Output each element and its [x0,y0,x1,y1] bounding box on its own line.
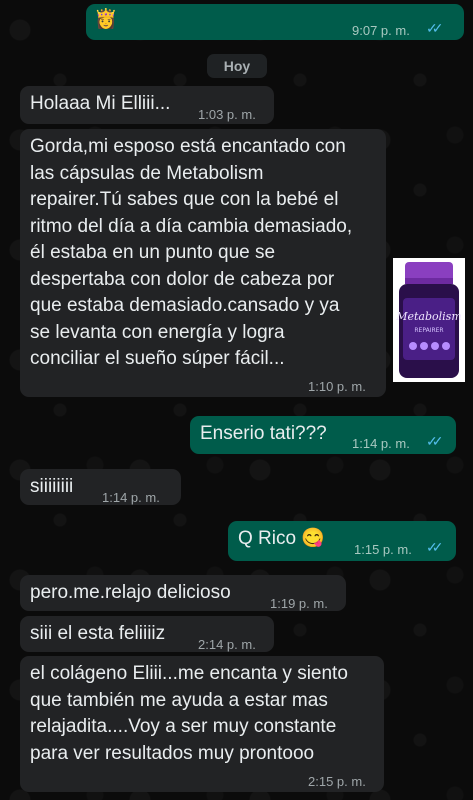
message-time: 9:07 p. m. [352,23,410,38]
double-check-icon: ✓✓ [426,433,444,449]
message-time: 1:15 p. m. [354,542,412,557]
message-text: el colágeno Eliii...me encanta y siento … [30,661,384,767]
message-text: Q Rico 😋 [238,528,326,549]
message-text: Gorda,mi esposo está encantado con las c… [30,134,386,373]
message-time: 1:14 p. m. [102,490,160,505]
message-line: para ver resultados muy prontooo [30,742,315,764]
message-line: que también me ayuda a estar mas [30,689,328,711]
message-line: despertaba con dolor de cabeza por [30,268,335,290]
outgoing-message[interactable]: 👸 9:07 p. m. ✓✓ [86,4,464,40]
supplement-bottle-image: Metabolism REPAIRER [393,258,465,382]
message-line: relajadita....Voy a ser muy constante [30,716,337,737]
message-text: Enserio tati??? [200,423,327,444]
message-text: 👸 [94,9,118,30]
double-check-icon: ✓✓ [426,20,444,36]
message-text: siiiiiiii [30,476,74,497]
message-line: el colágeno Eliii...me encanta y siento [30,663,348,684]
message-time: 1:10 p. m. [308,379,366,394]
bottle-brand: Metabolism [395,310,462,323]
message-time: 2:15 p. m. [308,774,366,789]
incoming-message[interactable]: siiiiiiii 1:14 p. m. [20,469,181,505]
message-time: 1:19 p. m. [270,596,328,611]
message-line: repairer.Tú sabes que con la bebé el [30,189,339,210]
incoming-message[interactable]: siii el esta feliiiiz 2:14 p. m. [20,616,274,652]
incoming-message[interactable]: Holaaa Mi Elliii... 1:03 p. m. [20,86,274,124]
message-time: 1:14 p. m. [352,436,410,451]
message-line: ritmo del día a día cambia demasiado, [30,215,353,237]
incoming-message[interactable]: Gorda,mi esposo está encantado con las c… [20,129,386,397]
message-line: las cápsulas de Metabolism [30,162,264,184]
message-time: 1:03 p. m. [198,107,256,122]
bottle-subtitle: REPAIRER [414,327,443,334]
message-line: él estaba en un punto que se [30,242,276,263]
double-check-icon: ✓✓ [426,539,444,555]
message-line: conciliar el sueño súper fácil... [30,348,285,369]
message-text: Holaaa Mi Elliii... [30,93,171,114]
message-text: pero.me.relajo delicioso [30,582,231,603]
message-time: 2:14 p. m. [198,637,256,652]
message-line: que estaba demasiado.cansado y ya [30,295,340,316]
message-line: se levanta con energía y logra [30,321,285,343]
outgoing-message[interactable]: Q Rico 😋 1:15 p. m. ✓✓ [228,521,456,561]
message-text: siii el esta feliiiiz [30,623,166,644]
incoming-message[interactable]: pero.me.relajo delicioso 1:19 p. m. [20,575,346,611]
incoming-message[interactable]: el colágeno Eliii...me encanta y siento … [20,656,384,792]
message-line: Gorda,mi esposo está encantado con [30,136,346,157]
outgoing-message[interactable]: Enserio tati??? 1:14 p. m. ✓✓ [190,416,456,454]
date-divider: Hoy [207,54,267,78]
